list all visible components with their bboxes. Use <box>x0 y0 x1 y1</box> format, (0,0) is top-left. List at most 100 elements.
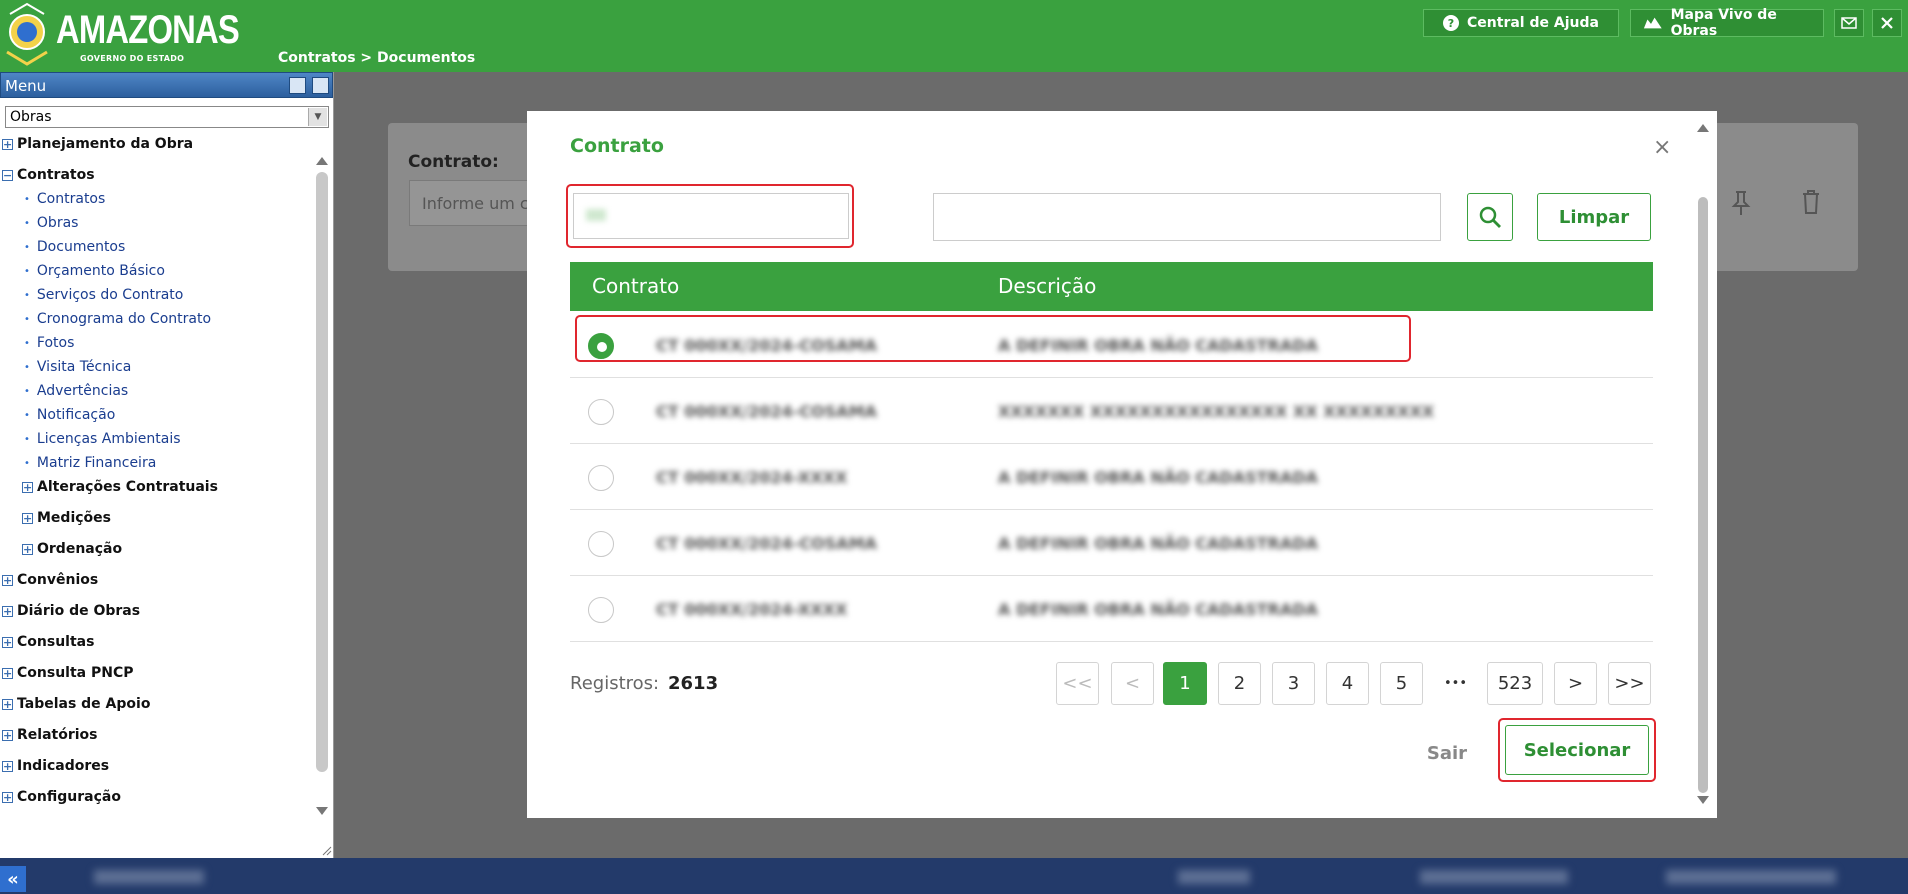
page-3-button[interactable]: 3 <box>1272 662 1315 705</box>
expand-icon: + <box>2 759 13 773</box>
row-radio[interactable] <box>588 597 614 623</box>
menu-item-alteracoes[interactable]: + Alterações Contratuais <box>22 477 218 497</box>
sidebar: Menu Obras ▼ + Planejamento da Obra − Cont… <box>0 72 334 858</box>
module-select[interactable]: Obras ▼ <box>5 106 329 128</box>
page-prev-button[interactable]: < <box>1111 662 1154 705</box>
column-descricao: Descrição <box>998 274 1097 298</box>
contract-code-input[interactable] <box>573 193 849 239</box>
scroll-down-icon[interactable] <box>1694 793 1712 807</box>
menu-item-ordenacao[interactable]: + Ordenação <box>22 539 122 559</box>
page-next-button[interactable]: > <box>1554 662 1597 705</box>
expand-icon: + <box>2 573 13 587</box>
table-header: Contrato Descrição <box>570 262 1653 311</box>
row-description: A DEFINIR OBRA NÃO CADASTRADA <box>998 600 1318 619</box>
highlight-box <box>575 315 1411 362</box>
menu-item-consultas[interactable]: + Consultas <box>2 632 94 652</box>
resize-grip-icon[interactable] <box>320 844 332 856</box>
page-last-button[interactable]: >> <box>1608 662 1651 705</box>
app-header: AMAZONAS GOVERNO DO ESTADO Contratos > D… <box>0 0 1908 72</box>
menu-sub-contratos[interactable]: Contratos <box>24 189 105 209</box>
expand-icon: + <box>22 542 33 556</box>
close-app-button[interactable] <box>1872 9 1902 37</box>
menu-title-bar: Menu <box>0 72 333 98</box>
menu-sub-servicos[interactable]: Serviços do Contrato <box>24 285 183 305</box>
menu-item-indicadores[interactable]: + Indicadores <box>2 756 109 776</box>
collapse-icon: − <box>2 168 13 182</box>
column-contrato: Contrato <box>592 274 680 298</box>
menu-item-pncp[interactable]: + Consulta PNCP <box>2 663 133 683</box>
modal-close-button[interactable]: × <box>1653 135 1671 160</box>
menu-sub-documentos[interactable]: Documentos <box>24 237 125 257</box>
expand-icon: + <box>22 480 33 494</box>
collapse-menu-icon[interactable] <box>289 77 306 94</box>
menu-sub-advertencias[interactable]: Advertências <box>24 381 128 401</box>
row-radio[interactable] <box>588 399 614 425</box>
menu-item-configuracao[interactable]: + Configuração <box>2 787 121 807</box>
menu-sub-notificacao[interactable]: Notificação <box>24 405 115 425</box>
search-icon <box>1479 206 1501 228</box>
exit-button[interactable]: Sair <box>1420 739 1474 767</box>
menu-item-convenios[interactable]: + Convênios <box>2 570 98 590</box>
expand-icon: + <box>2 697 13 711</box>
row-radio[interactable] <box>588 465 614 491</box>
table-row[interactable]: CT 000XX/2024-COSAMA A DEFINIR OBRA NÃO … <box>570 510 1653 576</box>
page-last-number-button[interactable]: 523 <box>1487 662 1543 705</box>
menu-sub-matriz[interactable]: Matriz Financeira <box>24 453 156 473</box>
page-first-button[interactable]: << <box>1056 662 1099 705</box>
table-row[interactable]: CT 000XX/2024-XXXX A DEFINIR OBRA NÃO CA… <box>570 444 1653 510</box>
page-1-button[interactable]: 1 <box>1163 662 1207 705</box>
module-select-value: Obras <box>10 109 52 125</box>
search-button[interactable] <box>1467 193 1513 241</box>
menu-sub-fotos[interactable]: Fotos <box>24 333 74 353</box>
help-center-button[interactable]: ? Central de Ajuda <box>1423 9 1619 37</box>
menu-item-relatorios[interactable]: + Relatórios <box>2 725 98 745</box>
modal-title: Contrato <box>570 135 664 157</box>
menu-sub-licencas[interactable]: Licenças Ambientais <box>24 429 181 449</box>
scroll-up-icon[interactable] <box>1694 121 1712 135</box>
sidebar-scrollbar[interactable] <box>314 152 330 842</box>
menu-item-contratos[interactable]: − Contratos <box>2 165 95 185</box>
live-map-label: Mapa Vivo de Obras <box>1670 7 1777 39</box>
records-label: Registros: <box>570 673 660 694</box>
redacted-status <box>1178 870 1250 884</box>
menu-item-diario[interactable]: + Diário de Obras <box>2 601 140 621</box>
records-count: 2613 <box>668 673 719 694</box>
modal-scrollbar[interactable] <box>1694 121 1712 807</box>
menu-sub-orcamento[interactable]: Orçamento Básico <box>24 261 165 281</box>
table-row[interactable]: CT 000XX/2024-COSAMA XXXXXXX XXXXXXXXXXX… <box>570 378 1653 444</box>
redacted-status <box>1666 870 1836 884</box>
logo-text: AMAZONAS <box>56 8 240 52</box>
menu-item-tabelas[interactable]: + Tabelas de Apoio <box>2 694 150 714</box>
scroll-up-icon[interactable] <box>314 154 330 168</box>
table-row[interactable]: CT 000XX/2024-XXXX A DEFINIR OBRA NÃO CA… <box>570 576 1653 642</box>
coat-of-arms-icon <box>6 2 48 66</box>
svg-text:?: ? <box>1448 17 1454 30</box>
background-contract-input: Informe um co <box>409 180 529 226</box>
detach-menu-icon[interactable] <box>312 77 329 94</box>
expand-icon: + <box>2 728 13 742</box>
page-2-button[interactable]: 2 <box>1218 662 1261 705</box>
question-icon: ? <box>1443 15 1460 31</box>
mail-button[interactable] <box>1834 9 1864 37</box>
sidebar-scroll-thumb[interactable] <box>316 172 328 772</box>
scroll-down-icon[interactable] <box>314 804 330 818</box>
menu-sub-cronograma[interactable]: Cronograma do Contrato <box>24 309 211 329</box>
menu-sub-visita[interactable]: Visita Técnica <box>24 357 131 377</box>
redacted-value <box>586 209 606 221</box>
double-chevron-left-icon[interactable]: « <box>0 866 26 892</box>
menu-sub-obras[interactable]: Obras <box>24 213 79 233</box>
modal-scroll-thumb[interactable] <box>1698 197 1708 793</box>
page-5-button[interactable]: 5 <box>1380 662 1423 705</box>
menu-item-medicoes[interactable]: + Medições <box>22 508 111 528</box>
taskbar: « <box>0 858 1908 894</box>
clear-button[interactable]: Limpar <box>1537 193 1651 241</box>
live-map-button[interactable]: Mapa Vivo de Obras <box>1630 7 1824 39</box>
select-button[interactable]: Selecionar <box>1505 725 1649 775</box>
mail-icon <box>1841 17 1857 29</box>
description-input[interactable] <box>933 193 1441 241</box>
help-center-label: Central de Ajuda <box>1467 15 1599 31</box>
page-4-button[interactable]: 4 <box>1326 662 1369 705</box>
row-radio[interactable] <box>588 531 614 557</box>
row-contract: CT 000XX/2024-COSAMA <box>656 402 877 421</box>
menu-item-planejamento[interactable]: + Planejamento da Obra <box>2 134 193 154</box>
